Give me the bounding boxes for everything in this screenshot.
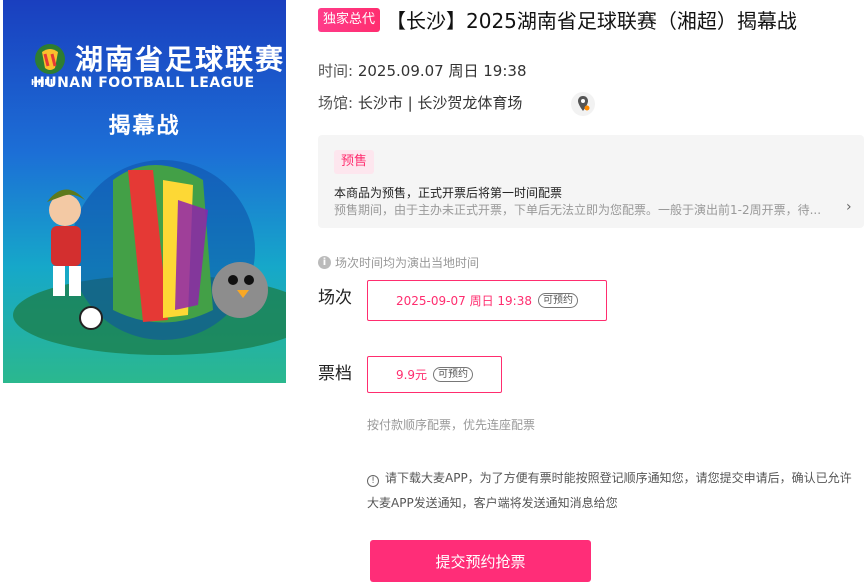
presale-notice[interactable]: 预售 本商品为预售，正式开票后将第一时间配票 预售期间，由于主办未正式开票，下单… (318, 135, 864, 228)
session-option-tag: 可预约 (537, 293, 578, 308)
session-option[interactable]: 2025-09-07 周日 19:38 可预约 (367, 280, 607, 321)
app-note-text: 请下载大麦APP，为了方便有票时能按照登记顺序通知您，请您提交申请后，确认已允许… (367, 471, 852, 510)
league-logo-icon (35, 44, 65, 74)
map-pin-icon-glyph (578, 96, 590, 111)
presale-tag: 预售 (334, 150, 375, 174)
submit-reservation-button[interactable]: 提交预约抢票 (370, 540, 591, 582)
presale-detail: 预售期间，由于主办未正式开票，下单后无法立即为您配票。一般于演出前1-2周开票，… (334, 203, 822, 217)
alert-icon: ! (367, 475, 379, 487)
event-venue: 场馆: 长沙市 | 长沙贺龙体育场 (318, 92, 522, 113)
seat-allocation-note: 按付款顺序配票，优先连座配票 (367, 418, 536, 432)
session-option-text: 2025-09-07 周日 19:38 (396, 294, 532, 308)
time-value: 2025.09.07 周日 19:38 (357, 62, 527, 80)
exclusive-badge: 独家总代 (318, 8, 381, 32)
timezone-note-text: 场次时间均为演出当地时间 (335, 256, 480, 270)
poster-league-en: HUNAN FOOTBALL LEAGUE (33, 75, 255, 91)
event-time: 时间: 2025.09.07 周日 19:38 (318, 60, 527, 81)
timezone-note: i 场次时间均为演出当地时间 (318, 254, 479, 271)
info-icon: i (318, 256, 331, 269)
poster-league-name: 湖南省足球联赛 (75, 43, 286, 76)
poster-artwork (13, 160, 286, 355)
poster-subtitle: 揭幕战 (108, 114, 181, 139)
tier-option[interactable]: 9.9元 可预约 (367, 356, 502, 393)
app-notification-note: ! 请下载大麦APP，为了方便有票时能按照登记顺序通知您，请您提交申请后，确认已允… (367, 466, 859, 516)
poster-abbr: HNFL (31, 78, 55, 87)
time-label: 时间: (318, 62, 354, 80)
chevron-right-icon[interactable]: › (846, 199, 852, 215)
event-poster: 湖南省足球联赛 HUNAN FOOTBALL LEAGUE HNFL 揭幕战 (3, 0, 286, 383)
venue-label: 场馆: (318, 94, 354, 112)
event-title: 【长沙】2025湖南省足球联赛（湘超）揭幕战 (386, 9, 797, 33)
tier-option-tag: 可预约 (433, 367, 474, 382)
map-pin-icon[interactable] (571, 92, 595, 116)
tier-label: 票档 (318, 364, 352, 384)
presale-headline: 本商品为预售，正式开票后将第一时间配票 (334, 186, 563, 200)
venue-value: 长沙市 | 长沙贺龙体育场 (357, 94, 523, 112)
session-label: 场次 (318, 288, 352, 308)
tier-option-text: 9.9元 (395, 368, 428, 382)
